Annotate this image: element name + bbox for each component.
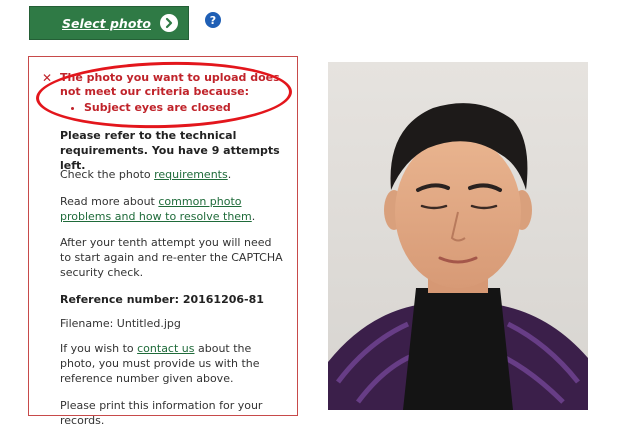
filename: Filename: Untitled.jpg (60, 317, 181, 330)
chevron-right-icon (160, 14, 178, 32)
reference-number: Reference number: 20161206-81 (60, 293, 264, 306)
help-icon[interactable]: ? (205, 12, 221, 28)
print-notice: Please print this information for your r… (60, 399, 263, 427)
requirements-link[interactable]: requirements (154, 168, 228, 181)
contact-us-link[interactable]: contact us (137, 342, 194, 355)
read-more-line: Read more about common photo problems an… (60, 195, 256, 223)
check-requirements-line: Check the photo requirements. (60, 168, 232, 181)
uploaded-photo (328, 62, 588, 410)
tenth-attempt-notice: After your tenth attempt you will need t… (60, 236, 283, 279)
select-photo-button[interactable]: Select photo (29, 6, 189, 40)
contact-line: If you wish to contact us about the phot… (60, 342, 260, 385)
select-photo-label: Select photo (62, 15, 151, 31)
